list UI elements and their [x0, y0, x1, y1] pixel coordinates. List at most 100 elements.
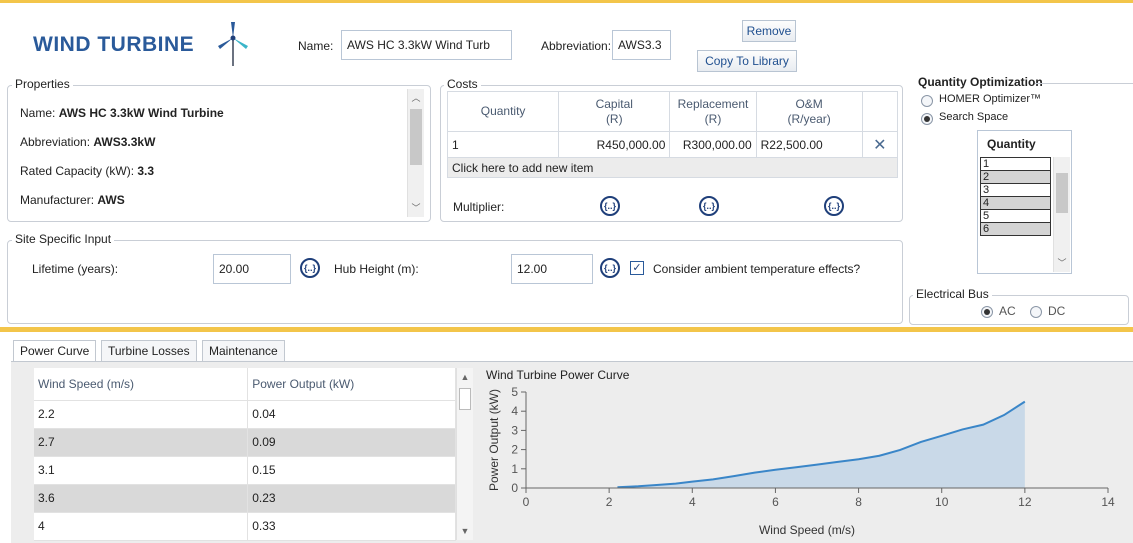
scroll-thumb[interactable]	[459, 388, 471, 410]
abbreviation-label: Abbreviation:	[541, 39, 612, 53]
multiplier-label: Multiplier:	[453, 200, 505, 214]
site-specific-group	[7, 240, 903, 324]
property-manufacturer: Manufacturer: AWS	[20, 193, 125, 207]
remove-button[interactable]: Remove	[742, 20, 796, 42]
x-tick-label: 4	[689, 495, 696, 509]
quantity-optimization-title: Quantity Optimization	[918, 75, 1043, 89]
scroll-up-icon[interactable]: ︿	[408, 91, 424, 105]
scroll-thumb[interactable]	[410, 109, 422, 165]
cost-quantity-cell[interactable]: 1	[446, 131, 560, 158]
tab-maintenance[interactable]: Maintenance	[202, 340, 285, 361]
cost-replacement-cell[interactable]: R300,000.00	[669, 131, 757, 158]
col-replacement: Replacement (R)	[669, 91, 757, 132]
quantity-header: Quantity	[987, 137, 1036, 151]
search-space-radio[interactable]	[921, 113, 933, 125]
list-item[interactable]: 6	[980, 222, 1051, 236]
section-divider	[0, 327, 1133, 332]
om-multiplier-button[interactable]: {..}	[824, 196, 844, 216]
list-item[interactable]: 3	[980, 183, 1051, 197]
y-tick-label: 2	[511, 443, 518, 457]
table-row[interactable]: 4 0.33	[34, 512, 456, 541]
ambient-temperature-label: Consider ambient temperature effects?	[653, 262, 861, 276]
col-quantity: Quantity	[446, 91, 560, 132]
tab-turbine-losses[interactable]: Turbine Losses	[101, 340, 197, 361]
x-tick-label: 10	[935, 495, 949, 509]
ambient-temperature-checkbox[interactable]: ✓	[630, 261, 644, 275]
scroll-down-icon[interactable]: ▼	[457, 524, 473, 538]
x-tick-label: 0	[523, 495, 530, 509]
list-item[interactable]: 2	[980, 170, 1051, 184]
table-row[interactable]: 2.7 0.09	[34, 428, 456, 457]
wind-turbine-icon	[218, 22, 248, 66]
copy-to-library-button[interactable]: Copy To Library	[697, 50, 797, 72]
quantity-scrollbar[interactable]: ︿ ﹀	[1053, 157, 1070, 272]
y-axis-label: Power Output (kW)	[487, 389, 501, 491]
lifetime-multiplier-button[interactable]: {..}	[300, 258, 320, 278]
quantity-list: 1 2 3 4 5 6	[980, 157, 1051, 236]
lifetime-label: Lifetime (years):	[32, 262, 119, 276]
homer-optimizer-radio[interactable]	[921, 95, 933, 107]
y-tick-label: 0	[511, 481, 518, 495]
table-row[interactable]: 3.6 0.23	[34, 484, 456, 513]
hub-height-label: Hub Height (m):	[334, 262, 419, 276]
scroll-thumb[interactable]	[1056, 173, 1068, 213]
list-item[interactable]: 5	[980, 209, 1051, 223]
costs-legend: Costs	[444, 77, 481, 91]
x-tick-label: 14	[1101, 495, 1115, 509]
y-tick-label: 5	[511, 385, 518, 399]
cost-om-cell[interactable]: R22,500.00	[755, 131, 863, 158]
properties-scrollbar[interactable]: ︿ ﹀	[407, 89, 424, 217]
col-om: O&M (R/year)	[755, 91, 863, 132]
list-item[interactable]: 1	[980, 157, 1051, 171]
list-item[interactable]: 4	[980, 196, 1051, 210]
col-capital: Capital (R)	[558, 91, 671, 132]
bus-ac-label: AC	[999, 304, 1016, 318]
name-input[interactable]: AWS HC 3.3kW Wind Turb	[341, 30, 512, 60]
bus-dc-radio[interactable]	[1030, 306, 1042, 318]
lifetime-input[interactable]: 20.00	[213, 254, 291, 284]
site-specific-legend: Site Specific Input	[12, 232, 115, 246]
hub-height-input[interactable]: 12.00	[511, 254, 593, 284]
capital-multiplier-button[interactable]: {..}	[600, 196, 620, 216]
table-row[interactable]: 2.2 0.04	[34, 400, 456, 429]
bus-dc-label: DC	[1048, 304, 1066, 318]
scroll-up-icon[interactable]: ▲	[457, 370, 473, 384]
add-item-row[interactable]: Click here to add new item	[447, 157, 898, 178]
homer-optimizer-label: HOMER Optimizer™	[939, 93, 1042, 105]
x-tick-label: 12	[1018, 495, 1032, 509]
y-tick-label: 4	[511, 404, 518, 418]
x-tick-label: 6	[772, 495, 779, 509]
x-tick-label: 8	[855, 495, 862, 509]
power-curve-area	[617, 401, 1025, 488]
table-row[interactable]: 1 R450,000.00 R300,000.00 R22,500.00 ✕	[446, 131, 899, 158]
name-label: Name:	[298, 39, 334, 53]
x-tick-label: 2	[606, 495, 613, 509]
power-curve-chart: 0 2 4 6 8 10 12 14012345Wind Speed (m/s)Power O…	[487, 385, 1115, 537]
search-space-label: Search Space	[939, 111, 1009, 123]
abbreviation-input[interactable]: AWS3.3	[612, 30, 671, 60]
bus-ac-radio[interactable]	[981, 306, 993, 318]
x-axis-label: Wind Speed (m/s)	[759, 523, 855, 537]
power-curve-table: Wind Speed (m/s) Power Output (kW) 2.2 0.…	[34, 368, 456, 541]
property-name: Name: AWS HC 3.3kW Wind Turbine	[20, 106, 224, 120]
col-power-output: Power Output (kW)	[247, 368, 456, 401]
property-rated-capacity: Rated Capacity (kW): 3.3	[20, 164, 155, 178]
cost-capital-cell[interactable]: R450,000.00	[558, 131, 671, 158]
page-title: WIND TURBINE	[33, 33, 195, 56]
replacement-multiplier-button[interactable]: {..}	[699, 196, 719, 216]
electrical-bus-legend: Electrical Bus	[913, 287, 992, 301]
tab-power-curve[interactable]: Power Curve	[13, 340, 97, 361]
scroll-down-icon[interactable]: ﹀	[408, 201, 424, 215]
y-tick-label: 3	[511, 423, 518, 437]
y-tick-label: 1	[511, 462, 518, 476]
top-accent-line	[0, 0, 1133, 3]
costs-table: Quantity Capital (R) Replacement (R) O&M (R…	[446, 91, 899, 178]
delete-row-icon[interactable]: ✕	[861, 131, 899, 158]
property-abbreviation: Abbreviation: AWS3.3kW	[20, 135, 156, 149]
scroll-down-icon[interactable]: ﹀	[1054, 256, 1070, 270]
table-row[interactable]: 3.1 0.15	[34, 456, 456, 485]
col-wind-speed: Wind Speed (m/s)	[34, 368, 249, 401]
properties-legend: Properties	[12, 77, 73, 91]
hub-height-multiplier-button[interactable]: {..}	[600, 258, 620, 278]
power-table-scrollbar[interactable]: ▲ ▼	[456, 368, 473, 540]
